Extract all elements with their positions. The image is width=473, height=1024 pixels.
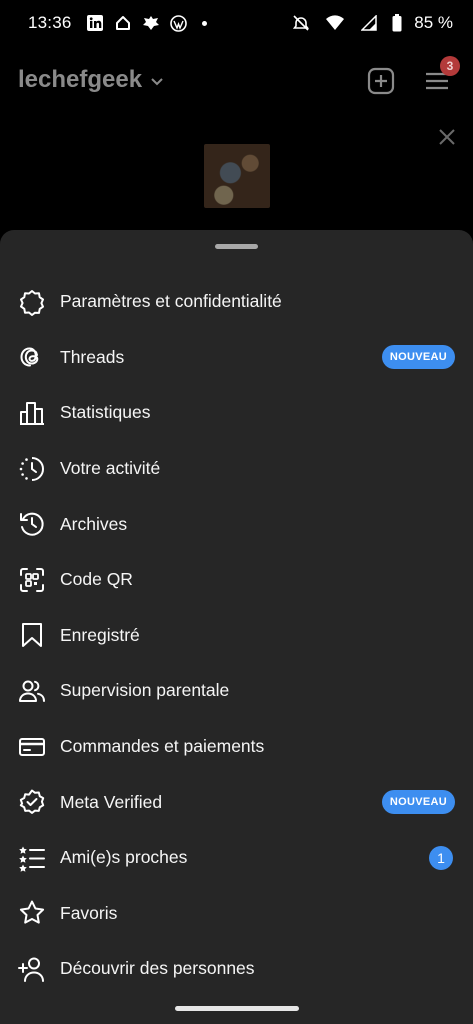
menu-item-label: Meta Verified [60, 791, 163, 812]
menu-item-qr-code[interactable]: Code QR [0, 552, 473, 608]
settings-icon [18, 288, 46, 316]
options-menu: Paramètres et confidentialité Threads NO… [0, 274, 473, 997]
status-bar: 13:36 85 % [0, 0, 473, 46]
menu-item-label: Code QR [60, 569, 133, 590]
sheet-drag-handle[interactable] [215, 244, 258, 249]
signal-icon [358, 14, 380, 32]
qr-code-icon [18, 566, 46, 594]
home-icon [112, 14, 134, 32]
archive-icon [18, 510, 46, 538]
new-badge: NOUVEAU [381, 345, 455, 370]
menu-item-label: Découvrir des personnes [60, 958, 255, 979]
menu-item-label: Enregistré [60, 624, 140, 645]
wifi-icon [324, 14, 346, 32]
menu-item-label: Favoris [60, 902, 118, 923]
bookmark-icon [18, 621, 46, 649]
star-icon [18, 899, 46, 927]
menu-item-archive[interactable]: Archives [0, 496, 473, 552]
menu-item-settings[interactable]: Paramètres et confidentialité [0, 274, 473, 330]
close-icon[interactable] [436, 126, 458, 148]
people-icon [18, 677, 46, 705]
menu-item-label: Votre activité [60, 458, 161, 479]
menu-item-discover-people[interactable]: Découvrir des personnes [0, 941, 473, 997]
bar-chart-icon [18, 399, 46, 427]
close-friends-count: 1 [429, 845, 453, 870]
username: lechefgeek [18, 66, 143, 93]
menu-item-threads[interactable]: Threads NOUVEAU [0, 330, 473, 386]
menu-item-parental-supervision[interactable]: Supervision parentale [0, 663, 473, 719]
menu-item-label: Archives [60, 513, 128, 534]
menu-item-saved[interactable]: Enregistré [0, 608, 473, 664]
post-thumbnail[interactable] [204, 144, 270, 208]
more-notifications-dot [201, 20, 207, 26]
menu-item-activity[interactable]: Votre activité [0, 441, 473, 497]
battery-level: 85 % [414, 13, 453, 32]
new-badge: NOUVEAU [381, 790, 455, 815]
menu-item-label: Supervision parentale [60, 680, 230, 701]
menu-item-label: Threads [60, 346, 125, 367]
options-sheet: Paramètres et confidentialité Threads NO… [0, 230, 473, 1024]
menu-item-statistics[interactable]: Statistiques [0, 385, 473, 441]
activity-icon [18, 455, 46, 483]
menu-item-label: Commandes et paiements [60, 736, 265, 757]
menu-item-label: Paramètres et confidentialité [60, 291, 282, 312]
account-switcher[interactable]: lechefgeek [18, 66, 164, 94]
bug-icon [140, 14, 162, 32]
mute-icon [290, 14, 312, 32]
menu-item-meta-verified[interactable]: Meta Verified NOUVEAU [0, 774, 473, 830]
threads-icon [18, 343, 46, 371]
status-time: 13:36 [28, 13, 72, 32]
menu-item-label: Statistiques [60, 402, 151, 423]
close-friends-icon [18, 844, 46, 872]
battery-icon [392, 14, 402, 32]
linkedin-icon [84, 14, 106, 32]
create-button[interactable] [366, 66, 396, 96]
menu-item-favorites[interactable]: Favoris [0, 886, 473, 942]
chevron-down-icon [150, 66, 164, 94]
wordpress-icon [168, 14, 190, 32]
verified-icon [18, 788, 46, 816]
menu-item-close-friends[interactable]: Ami(e)s proches 1 [0, 830, 473, 886]
notification-badge: 3 [440, 56, 460, 76]
add-person-icon [18, 955, 46, 983]
card-icon [18, 733, 46, 761]
home-indicator[interactable] [175, 1006, 299, 1011]
menu-item-orders-payments[interactable]: Commandes et paiements [0, 719, 473, 775]
profile-header: lechefgeek 3 [0, 46, 473, 246]
menu-item-label: Ami(e)s proches [60, 847, 188, 868]
